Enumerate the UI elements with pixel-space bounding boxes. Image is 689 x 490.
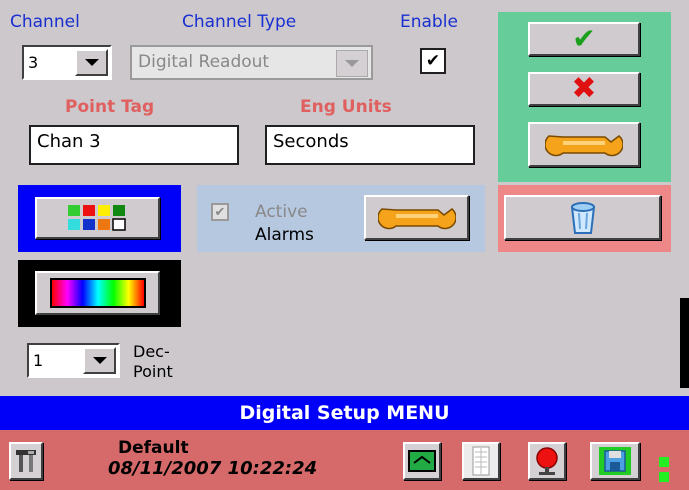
chevron-down-icon[interactable] xyxy=(336,50,368,77)
channel-label: Channel xyxy=(10,12,80,32)
cancel-button[interactable]: ✖ xyxy=(528,72,640,106)
color-picker-button[interactable] xyxy=(35,197,160,239)
save-icon xyxy=(599,447,631,475)
menu-title: Digital Setup MENU xyxy=(239,402,450,424)
gradient-panel xyxy=(18,260,181,327)
point-tag-input[interactable]: Chan 3 xyxy=(29,125,239,165)
status-indicator-top xyxy=(659,457,669,467)
save-button[interactable] xyxy=(590,442,640,480)
dec-point-select[interactable]: 1 xyxy=(27,343,120,378)
settings-button[interactable] xyxy=(9,442,43,480)
gradient-picker-button[interactable] xyxy=(35,271,160,315)
point-tag-label: Point Tag xyxy=(65,97,155,117)
status-bar: Default 08/11/2007 10:22:24 xyxy=(0,430,689,490)
trash-icon xyxy=(570,201,595,234)
wrench-icon xyxy=(377,207,456,229)
chevron-down-icon[interactable] xyxy=(75,49,108,76)
spectrum-icon xyxy=(49,278,146,308)
x-icon: ✖ xyxy=(571,71,597,106)
scroll-edge xyxy=(680,298,689,388)
active-label: Active xyxy=(255,202,308,222)
active-alarms-checkbox[interactable]: ✔ xyxy=(211,203,229,221)
channel-type-select[interactable]: Digital Readout xyxy=(130,45,373,80)
profile-name: Default xyxy=(118,438,189,458)
ok-button[interactable]: ✔ xyxy=(528,22,640,56)
dec-point-value: 1 xyxy=(33,351,44,370)
channel-select[interactable]: 3 xyxy=(22,45,112,80)
channel-type-value: Digital Readout xyxy=(138,52,270,72)
dec-point-label: Dec- Point xyxy=(133,342,173,382)
check-icon: ✔ xyxy=(572,22,596,55)
wrench-icon xyxy=(545,134,623,156)
channel-type-label: Channel Type xyxy=(182,12,297,32)
alarm-config-button[interactable] xyxy=(364,195,469,240)
status-indicator-bottom xyxy=(659,472,669,482)
channel-value: 3 xyxy=(28,53,39,72)
eng-units-input[interactable]: Seconds xyxy=(265,125,475,165)
dec-point-label-line1: Dec- xyxy=(133,342,170,361)
enable-checkbox[interactable]: ✔ xyxy=(420,48,446,74)
enable-label: Enable xyxy=(400,12,458,32)
menu-title-bar: Digital Setup MENU xyxy=(0,396,689,430)
chevron-down-icon[interactable] xyxy=(83,347,116,374)
dec-point-label-line2: Point xyxy=(133,362,173,381)
bar-graph-button[interactable] xyxy=(462,442,500,480)
date-time: 08/11/2007 10:22:24 xyxy=(108,458,318,479)
alarm-bell-icon xyxy=(536,447,558,475)
alarms-label: Alarms xyxy=(255,225,314,245)
color-grid-icon xyxy=(67,205,126,231)
configure-button[interactable] xyxy=(528,122,640,167)
delete-button[interactable] xyxy=(504,195,661,240)
delete-panel xyxy=(498,185,671,252)
confirm-panel: ✔ ✖ xyxy=(498,12,671,182)
transfer-button[interactable] xyxy=(403,442,441,480)
bar-graph-icon xyxy=(472,446,490,476)
alarm-button[interactable] xyxy=(528,442,566,480)
transfer-icon xyxy=(408,450,436,472)
alarms-panel: ✔ Active Alarms xyxy=(197,185,485,252)
tools-icon xyxy=(16,450,36,472)
eng-units-label: Eng Units xyxy=(300,97,392,117)
color-panel xyxy=(18,185,181,252)
